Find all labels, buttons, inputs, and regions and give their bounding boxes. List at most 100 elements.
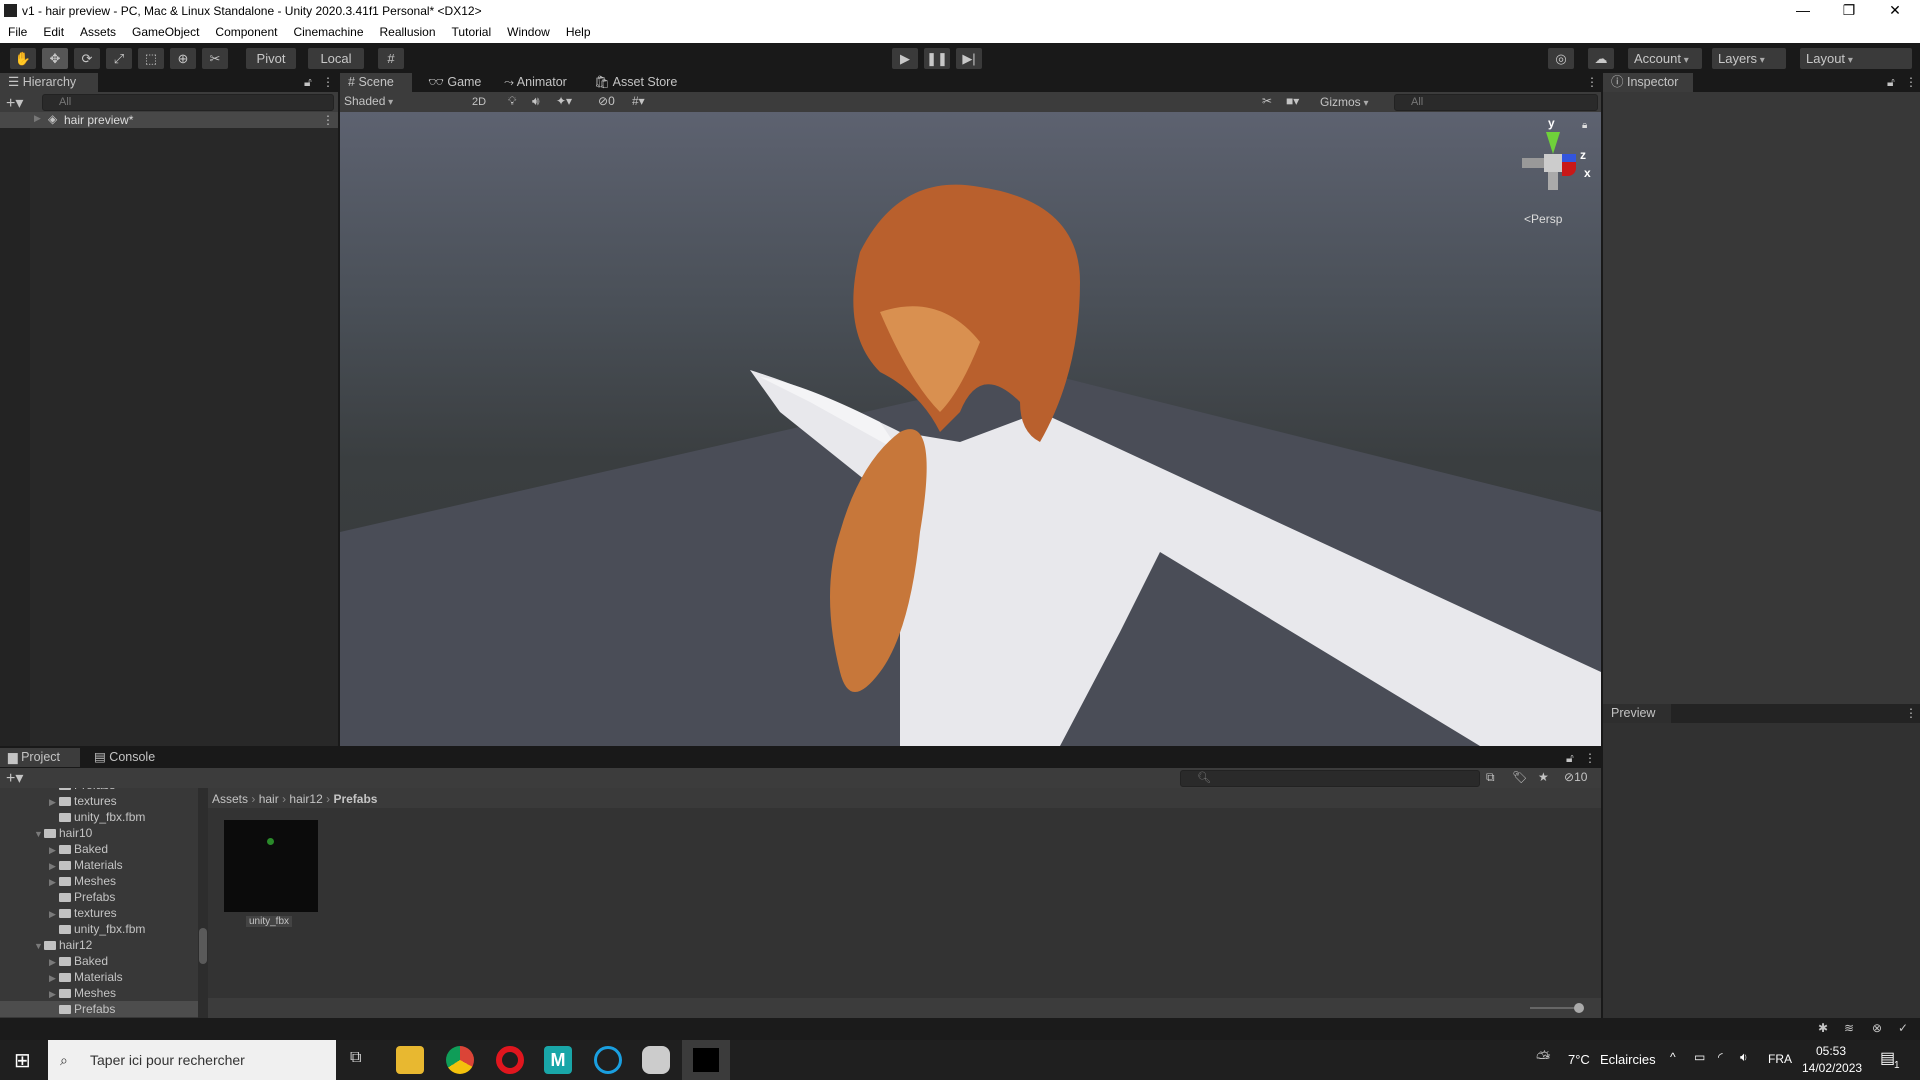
gizmo-lock-icon[interactable]: 🔒︎	[1582, 120, 1587, 131]
axis-y-cone[interactable]	[1546, 132, 1560, 154]
volume-icon[interactable]: 🔉︎	[1740, 1050, 1748, 1065]
tab-console[interactable]: ▤ Console	[86, 748, 163, 767]
maya-icon[interactable]: M	[544, 1046, 572, 1074]
grid-icon[interactable]: #▾	[632, 94, 645, 108]
move-tool-icon[interactable]: ✥	[42, 48, 68, 69]
local-toggle[interactable]: Local	[308, 48, 364, 69]
breadcrumb-hair[interactable]: hair	[259, 792, 279, 806]
rotate-tool-icon[interactable]: ⟳	[74, 48, 100, 69]
more-options-icon[interactable]: ⋮	[322, 75, 334, 89]
tab-asset-store[interactable]: 🛍︎ Asset Store	[586, 73, 685, 92]
tools-icon[interactable]: ✂	[1262, 94, 1272, 108]
inspector-lock-icon[interactable]: 🔓︎	[1887, 75, 1895, 90]
scale-tool-icon[interactable]: ⤢	[106, 48, 132, 69]
weather-icon[interactable]: ⛅︎	[1536, 1048, 1550, 1069]
hidden-objects-toggle[interactable]: ⊘0	[598, 94, 615, 108]
task-view-icon[interactable]: ⧉	[350, 1049, 361, 1067]
hand-tool-icon[interactable]: ✋	[10, 48, 36, 69]
preview-header[interactable]: Preview	[1603, 704, 1671, 723]
menu-tutorial[interactable]: Tutorial	[444, 22, 500, 43]
cache-icon[interactable]: ≋	[1844, 1021, 1854, 1035]
expand-arrow-icon[interactable]: ▶	[49, 874, 59, 890]
effects-icon[interactable]: ✦▾	[556, 94, 572, 108]
show-hidden-icons-chevron-icon[interactable]: ^	[1670, 1050, 1676, 1064]
windows-start-icon[interactable]: ⊞	[14, 1048, 31, 1073]
project-more-icon[interactable]: ⋮	[1584, 751, 1596, 765]
tab-game[interactable]: 👓︎ Game	[420, 73, 489, 92]
cloud-icon[interactable]: ☁	[1588, 48, 1614, 69]
expand-arrow-icon[interactable]: ▶	[49, 842, 59, 858]
breadcrumb-hair12[interactable]: hair12	[289, 792, 322, 806]
chrome-icon[interactable]	[446, 1046, 474, 1074]
menu-gameobject[interactable]: GameObject	[124, 22, 207, 43]
expand-arrow-icon[interactable]: ▶	[49, 858, 59, 874]
taskbar-search-input[interactable]: ⌕ Taper ici pour rechercher	[48, 1040, 336, 1080]
transform-tool-icon[interactable]: ⊕	[170, 48, 196, 69]
folder-tree-item[interactable]: ▶ Meshes	[0, 985, 198, 1001]
folder-tree-item[interactable]: unity_fbx.fbm	[0, 809, 198, 825]
layers-dropdown[interactable]: Layers	[1712, 48, 1786, 69]
weather-temp[interactable]: 7°C	[1568, 1052, 1590, 1067]
notifications-icon[interactable]: ▤	[1880, 1048, 1895, 1068]
file-explorer-icon[interactable]	[396, 1046, 424, 1074]
gizmos-dropdown[interactable]: Gizmos	[1320, 95, 1368, 109]
folder-tree-item[interactable]: unity_fbx.fbm	[0, 921, 198, 937]
tab-inspector[interactable]: ⓘ Inspector	[1603, 73, 1693, 92]
expand-arrow-icon[interactable]: ▶	[49, 970, 59, 986]
menu-window[interactable]: Window	[499, 22, 558, 43]
icon-size-slider[interactable]	[1530, 1003, 1584, 1013]
step-button[interactable]: ▶|	[956, 48, 982, 69]
asset-item[interactable]: unity_fbx	[224, 820, 318, 927]
scene-viewport[interactable]: y z x 🔒︎ <Persp	[340, 112, 1601, 746]
folder-tree-item[interactable]: ▶ textures	[0, 905, 198, 921]
hidden-packages-toggle[interactable]: ⊘10	[1564, 770, 1587, 784]
tab-scene[interactable]: # Scene	[340, 73, 412, 92]
hierarchy-search-input[interactable]: All	[42, 94, 334, 111]
axis-x-cone[interactable]	[1562, 162, 1576, 176]
favorites-icon[interactable]: ★	[1538, 770, 1549, 784]
lock-icon[interactable]: 🔓︎	[304, 75, 312, 90]
project-lock-icon[interactable]: 🔓︎	[1566, 751, 1574, 766]
scene-more-icon[interactable]: ⋮	[1586, 75, 1598, 89]
axis-center-cube[interactable]	[1544, 154, 1562, 172]
collab-icon[interactable]: ◎	[1548, 48, 1574, 69]
grid-snap-icon[interactable]: #	[378, 48, 404, 69]
weather-text[interactable]: Eclaircies	[1600, 1052, 1656, 1067]
menu-reallusion[interactable]: Reallusion	[372, 22, 444, 43]
2d-toggle[interactable]: 2D	[472, 96, 486, 108]
unity-hub-icon[interactable]	[642, 1046, 670, 1074]
collapse-arrow-icon[interactable]: ▼	[34, 938, 44, 954]
tree-scrollbar-thumb[interactable]	[199, 928, 207, 964]
orientation-gizmo[interactable]: y z x 🔒︎	[1518, 116, 1598, 206]
minimize-button[interactable]: —	[1780, 0, 1826, 22]
debug-icon[interactable]: ✱	[1818, 1021, 1828, 1035]
account-dropdown[interactable]: Account	[1628, 48, 1702, 69]
folder-tree-item[interactable]: ▶ Materials	[0, 969, 198, 985]
create-asset-button[interactable]: +▾	[6, 768, 23, 788]
slider-thumb[interactable]	[1574, 1003, 1584, 1013]
menu-assets[interactable]: Assets	[72, 22, 124, 43]
menu-cinemachine[interactable]: Cinemachine	[285, 22, 371, 43]
folder-tree-item[interactable]: Prefabs	[0, 1001, 198, 1017]
camera-tray-icon[interactable]: ▭	[1694, 1050, 1705, 1064]
folder-tree-item[interactable]: ▶ textures	[0, 793, 198, 809]
folder-tree-item[interactable]: ▶ Materials	[0, 857, 198, 873]
axis-neg-x-cone[interactable]	[1522, 158, 1544, 168]
lighting-icon[interactable]: 💡︎	[508, 94, 516, 109]
add-object-button[interactable]: +▾	[6, 93, 23, 113]
axis-neg-y-cone[interactable]	[1548, 172, 1558, 190]
close-button[interactable]: ✕	[1872, 0, 1918, 22]
collapse-arrow-icon[interactable]: ▼	[34, 826, 44, 842]
expand-arrow-icon[interactable]: ▶	[49, 986, 59, 1002]
breadcrumb-prefabs[interactable]: Prefabs	[333, 792, 377, 806]
scene-search-input[interactable]: All	[1394, 94, 1598, 111]
expand-arrow-icon[interactable]: ▶	[49, 954, 59, 970]
inspector-more-icon[interactable]: ⋮	[1905, 75, 1917, 89]
folder-tree-item[interactable]: ▶ Meshes	[0, 873, 198, 889]
folder-tree-item[interactable]: ▼ hair12	[0, 937, 198, 953]
language-indicator[interactable]: FRA	[1768, 1052, 1792, 1066]
clock-date[interactable]: 14/02/2023	[1802, 1061, 1862, 1075]
tree-scrollbar[interactable]	[198, 788, 208, 1018]
maximize-button[interactable]: ❐	[1826, 0, 1872, 22]
character-creator-icon[interactable]	[594, 1046, 622, 1074]
